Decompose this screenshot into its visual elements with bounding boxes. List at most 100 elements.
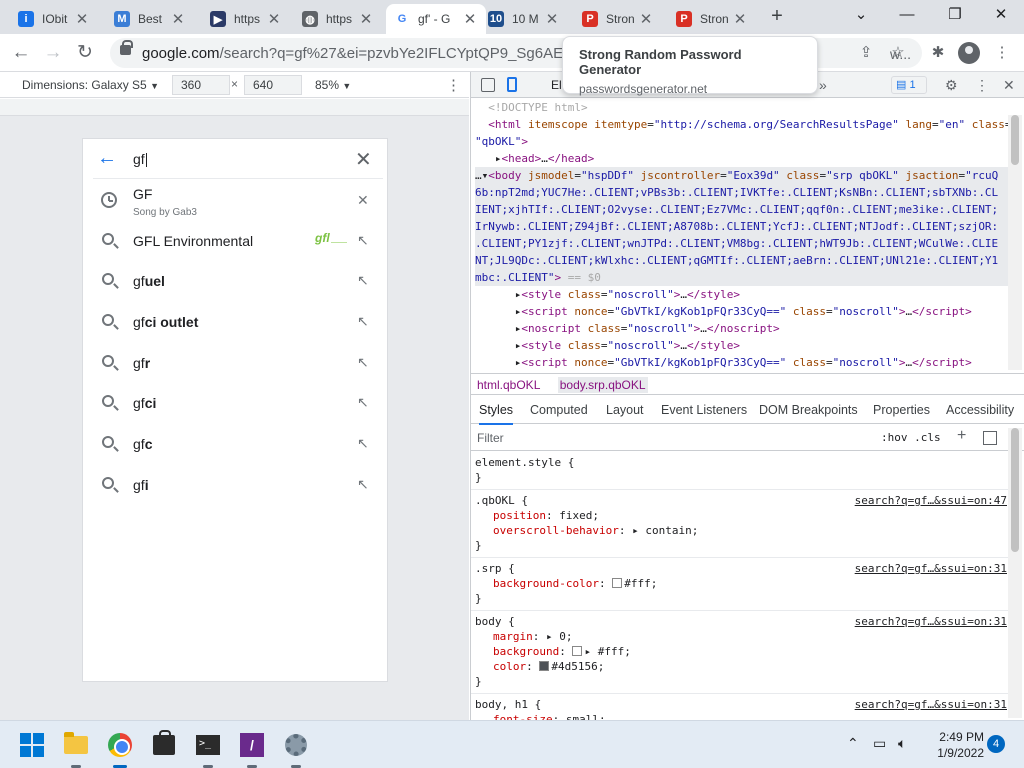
- suggestion-item[interactable]: gfuel ↖: [93, 261, 383, 301]
- css-property[interactable]: background-color: #fff;: [475, 576, 1007, 591]
- tab-5[interactable]: 10 10 M ✕: [480, 4, 568, 34]
- css-source-link[interactable]: search?q=gf…&ssui=on:31: [855, 697, 1007, 712]
- dom-line[interactable]: ▸<head>…</head>: [475, 150, 1011, 167]
- tab-elements[interactable]: El: [551, 78, 562, 92]
- share-icon[interactable]: ⇪: [856, 43, 876, 63]
- zoom-select[interactable]: 85% ▼: [315, 78, 351, 92]
- maximize-button[interactable]: ❐: [932, 0, 978, 30]
- fill-query-arrow-icon[interactable]: ↖: [357, 394, 369, 411]
- tab-computed[interactable]: Computed: [530, 403, 588, 417]
- menu-icon[interactable]: ⋮: [992, 43, 1012, 63]
- tab-close-icon[interactable]: ✕: [544, 10, 560, 28]
- filter-input[interactable]: Filter: [477, 431, 504, 445]
- css-rule[interactable]: element.style {}: [471, 452, 1011, 490]
- close-window-button[interactable]: ✕: [978, 0, 1024, 30]
- tab-close-icon[interactable]: ✕: [462, 10, 478, 28]
- search-box[interactable]: ← gf ✕: [93, 139, 383, 179]
- chrome-icon[interactable]: [104, 729, 136, 761]
- css-property[interactable]: position: fixed;: [475, 508, 1007, 523]
- tab-3[interactable]: ◍ https ✕: [294, 4, 382, 34]
- network-icon[interactable]: ▭: [873, 735, 886, 752]
- suggestion-item[interactable]: gfci outlet ↖: [93, 302, 383, 342]
- close-devtools-icon[interactable]: ✕: [1003, 77, 1015, 94]
- styles-scrollbar[interactable]: [1008, 428, 1022, 718]
- sidebar-toggle-icon[interactable]: [983, 431, 997, 445]
- css-property[interactable]: margin: ▸ 0;: [475, 629, 1007, 644]
- tab-styles[interactable]: Styles: [479, 403, 514, 425]
- width-input[interactable]: 360: [172, 75, 230, 95]
- fill-query-arrow-icon[interactable]: ↖: [357, 232, 369, 249]
- inspect-element-icon[interactable]: [481, 78, 495, 92]
- css-property[interactable]: color: #4d5156;: [475, 659, 1007, 674]
- tab-close-icon[interactable]: ✕: [74, 10, 90, 28]
- notification-badge[interactable]: 4: [987, 735, 1005, 753]
- extensions-icon[interactable]: ✱: [928, 43, 948, 63]
- height-input[interactable]: 640: [244, 75, 302, 95]
- tab-close-icon[interactable]: ✕: [732, 10, 748, 28]
- back-button[interactable]: ←: [6, 38, 36, 68]
- suggestion-item[interactable]: gfc ↖: [93, 424, 383, 464]
- css-property[interactable]: overscroll-behavior: ▸ contain;: [475, 523, 1007, 538]
- tab-properties[interactable]: Properties: [873, 403, 930, 417]
- hov-cls-toggle[interactable]: :hov .cls: [881, 431, 941, 444]
- tab-event-listeners[interactable]: Event Listeners: [661, 403, 747, 417]
- tab-dom-breakpoints[interactable]: DOM Breakpoints: [759, 403, 858, 417]
- settings-icon[interactable]: [280, 729, 312, 761]
- tab-close-icon[interactable]: ✕: [170, 10, 186, 28]
- dom-line[interactable]: ▸<script nonce="GbVTkI/kgKob1pFQr33CyQ==…: [475, 303, 1011, 320]
- css-property[interactable]: background: ▸ #fff;: [475, 644, 1007, 659]
- tab-4[interactable]: Ggf' - G ✕: [386, 4, 486, 34]
- system-clock[interactable]: 2:49 PM 1/9/2022: [924, 729, 984, 761]
- suggestion-item[interactable]: gfr ↖: [93, 343, 383, 383]
- css-rule[interactable]: .srp {search?q=gf…&ssui=on:31 background-…: [471, 558, 1011, 611]
- dom-line[interactable]: ▸<style class="noscroll">…</style>: [475, 337, 1011, 354]
- tab-layout[interactable]: Layout: [606, 403, 644, 417]
- file-explorer-icon[interactable]: [60, 729, 92, 761]
- css-property[interactable]: font-size: small;: [475, 712, 1007, 720]
- devtools-menu-icon[interactable]: ⋮: [975, 77, 989, 94]
- tab-1[interactable]: M Best S ✕: [106, 4, 194, 34]
- breadcrumb-item[interactable]: html.qbOKL: [477, 378, 540, 392]
- color-swatch-icon[interactable]: [572, 646, 583, 656]
- dom-line[interactable]: ▸<script nonce="GbVTkI/kgKob1pFQr33CyQ==…: [475, 354, 1011, 371]
- css-rule[interactable]: body {search?q=gf…&ssui=on:31 margin: ▸ 0…: [471, 611, 1011, 694]
- css-source-link[interactable]: search?q=gf…&ssui=on:31: [855, 561, 1007, 576]
- start-button[interactable]: [16, 729, 48, 761]
- dom-line[interactable]: <html itemscope itemtype="http://schema.…: [475, 116, 1011, 133]
- volume-icon[interactable]: 🔈︎: [898, 735, 906, 752]
- forward-button[interactable]: →: [38, 38, 68, 68]
- terminal-icon[interactable]: >_: [192, 729, 224, 761]
- dom-line-selected[interactable]: …▾<body jsmodel="hspDDf" jscontroller="E…: [475, 167, 1011, 184]
- tab-6[interactable]: P Stron ✕: [574, 4, 662, 34]
- color-swatch-icon[interactable]: [539, 661, 550, 671]
- fill-query-arrow-icon[interactable]: ↖: [357, 272, 369, 289]
- css-rule[interactable]: body, h1 {search?q=gf…&ssui=on:31 font-si…: [471, 694, 1011, 720]
- remove-suggestion-icon[interactable]: ✕: [357, 192, 369, 209]
- search-input[interactable]: gf: [133, 151, 147, 167]
- suggestion-item[interactable]: gfi ↖: [93, 465, 383, 505]
- suggestion-item[interactable]: GF Song by Gab3 ✕: [93, 181, 383, 221]
- back-arrow-icon[interactable]: ←: [97, 147, 117, 170]
- fill-query-arrow-icon[interactable]: ↖: [357, 476, 369, 493]
- dom-line[interactable]: ▸<style class="noscroll">…</style>: [475, 286, 1011, 303]
- device-select[interactable]: Dimensions: Galaxy S5 ▼: [22, 78, 159, 92]
- css-source-link[interactable]: search?q=gf…&ssui=on:31: [855, 614, 1007, 629]
- tab-close-icon[interactable]: ✕: [638, 10, 654, 28]
- new-rule-icon[interactable]: +: [957, 427, 966, 445]
- device-more-icon[interactable]: ⋮: [446, 76, 461, 94]
- minimize-button[interactable]: —: [884, 0, 930, 30]
- color-swatch-icon[interactable]: [612, 578, 623, 588]
- tab-0[interactable]: i IObit ✕: [10, 4, 98, 34]
- chevron-up-icon[interactable]: ⌃: [847, 735, 859, 752]
- dom-scrollbar[interactable]: [1008, 115, 1022, 370]
- tab-7[interactable]: P Stron ✕: [668, 4, 756, 34]
- fill-query-arrow-icon[interactable]: ↖: [357, 435, 369, 452]
- css-source-link[interactable]: search?q=gf…&ssui=on:47: [855, 493, 1007, 508]
- bookmark-star-icon[interactable]: ☆: [888, 43, 908, 63]
- profile-avatar[interactable]: [958, 42, 980, 64]
- new-tab-button[interactable]: +: [766, 5, 788, 27]
- tab-close-icon[interactable]: ✕: [266, 10, 282, 28]
- tab-close-icon[interactable]: ✕: [358, 10, 374, 28]
- fill-query-arrow-icon[interactable]: ↖: [357, 313, 369, 330]
- suggestion-item[interactable]: GFL Environmental gfl ↖: [93, 221, 383, 261]
